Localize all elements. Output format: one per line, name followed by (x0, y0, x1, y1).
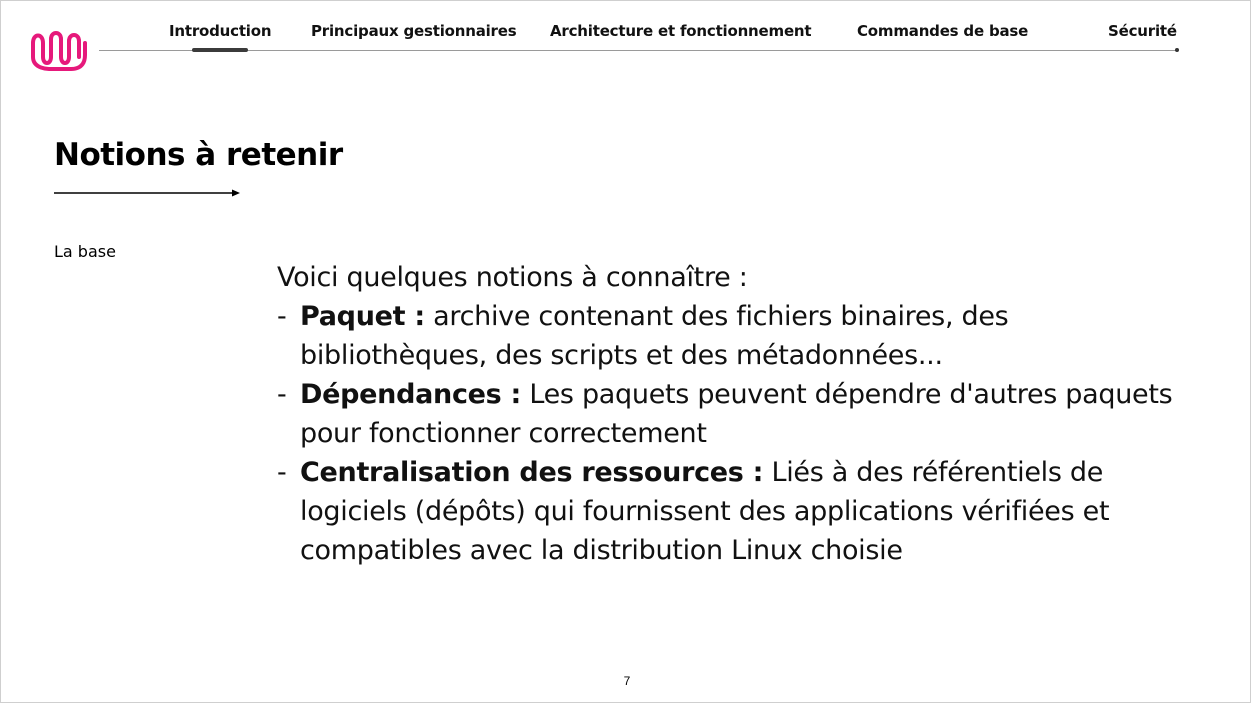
notion-item-paquet: - Paquet : archive contenant des fichiers… (277, 297, 1177, 375)
nav-item-introduction[interactable]: Introduction (169, 22, 272, 40)
notion-item-centralisation: - Centralisation des ressources : Liés à … (277, 453, 1177, 570)
slide-body: Voici quelques notions à connaître : - Pa… (277, 258, 1177, 570)
notion-item-dependances: - Dépendances : Les paquets peuvent dépen… (277, 375, 1177, 453)
notions-list: - Paquet : archive contenant des fichiers… (277, 297, 1177, 570)
notion-term: Paquet : (300, 301, 425, 332)
bullet-dash: - (277, 379, 287, 410)
slide-frame: Introduction Principaux gestionnaires Ar… (0, 0, 1251, 703)
intro-text: Voici quelques notions à connaître : (277, 262, 748, 293)
slide-title: Notions à retenir (54, 137, 343, 173)
nav-item-principaux-gestionnaires[interactable]: Principaux gestionnaires (311, 22, 517, 40)
nav-item-securite[interactable]: Sécurité (1108, 22, 1177, 40)
nav-end-dot (1175, 48, 1179, 52)
nav-active-indicator (192, 48, 248, 52)
nav-item-commandes-de-base[interactable]: Commandes de base (857, 22, 1028, 40)
notion-term: Centralisation des ressources : (300, 457, 764, 488)
nav-item-architecture[interactable]: Architecture et fonctionnement (550, 22, 812, 40)
arrow-right-icon (54, 189, 240, 197)
notion-term: Dépendances : (300, 379, 522, 410)
bullet-dash: - (277, 301, 287, 332)
page-number: 7 (623, 674, 631, 688)
nav-progress-line (99, 50, 1177, 51)
bullet-dash: - (277, 457, 287, 488)
wave-logo-icon (31, 31, 87, 71)
section-label: La base (54, 242, 116, 261)
